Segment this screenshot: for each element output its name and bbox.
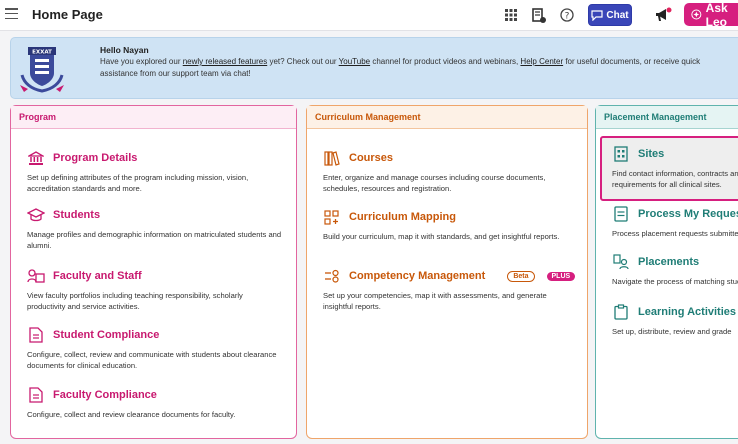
learning-activities-item[interactable]: Learning Activities Set up, distribute, …	[596, 304, 738, 337]
compliance-document-icon	[27, 387, 45, 403]
program-card-heading: Program	[11, 106, 296, 129]
courses-item[interactable]: Courses Enter, organize and manage cours…	[307, 150, 587, 194]
faculty-compliance-item[interactable]: Faculty Compliance Configure, collect an…	[11, 387, 296, 420]
chat-icon	[591, 9, 603, 21]
youtube-link[interactable]: YouTube	[339, 57, 370, 66]
requests-icon	[612, 206, 630, 222]
curriculum-card-heading: Curriculum Management	[307, 106, 587, 129]
placement-card: Placement Management Sites Find contact …	[595, 105, 738, 439]
sparkle-icon	[691, 9, 702, 20]
plus-badge: PLUS	[546, 271, 576, 281]
greeting: Hello Nayan	[100, 45, 149, 55]
banner-message: Have you explored our newly released fea…	[100, 57, 701, 78]
ask-leo-button[interactable]: Ask Leo	[684, 0, 738, 29]
sites-icon	[612, 146, 630, 162]
document-icon[interactable]	[530, 6, 548, 24]
clipboard-icon	[612, 304, 630, 320]
program-card: Program Program Details Set up defining …	[10, 105, 297, 439]
program-details-item[interactable]: Program Details Set up defining attribut…	[11, 150, 296, 194]
apps-grid-icon[interactable]	[502, 6, 520, 24]
curriculum-mapping-item[interactable]: Curriculum Mapping Build your curriculum…	[307, 209, 587, 242]
student-compliance-item[interactable]: Student Compliance Configure, collect, r…	[11, 327, 296, 371]
help-center-link[interactable]: Help Center	[520, 57, 563, 66]
svg-text:?: ?	[565, 11, 570, 21]
graduation-cap-icon	[27, 207, 45, 223]
placement-card-heading: Placement Management	[596, 106, 738, 129]
curriculum-card: Curriculum Management Courses Enter, org…	[306, 105, 588, 439]
megaphone-icon[interactable]	[654, 6, 672, 24]
beta-badge: Beta	[507, 270, 535, 282]
compliance-document-icon	[27, 327, 45, 343]
top-bar: Home Page ? Chat Ask Leo	[0, 0, 738, 31]
books-icon	[323, 150, 341, 166]
exxat-logo: EXXAT	[14, 41, 70, 97]
competency-icon	[323, 268, 341, 284]
chat-button[interactable]: Chat	[588, 4, 632, 26]
new-features-link[interactable]: newly released features	[183, 57, 268, 66]
mapping-icon	[323, 209, 341, 225]
process-my-requests-item[interactable]: Process My Requests Process placement re…	[596, 206, 738, 239]
placements-item[interactable]: Placements Navigate the process of match…	[596, 254, 738, 287]
sites-item[interactable]: Sites Find contact information, contract…	[596, 146, 738, 190]
ask-leo-label: Ask Leo	[705, 0, 728, 29]
menu-icon[interactable]	[5, 8, 18, 19]
institution-icon	[27, 150, 45, 166]
students-item[interactable]: Students Manage profiles and demographic…	[11, 207, 296, 251]
faculty-icon	[27, 268, 45, 284]
faculty-and-staff-item[interactable]: Faculty and Staff View faculty portfolio…	[11, 268, 296, 312]
page-title: Home Page	[32, 7, 103, 22]
competency-management-item[interactable]: Competency Management Beta PLUS Set up y…	[307, 268, 587, 312]
placements-icon	[612, 254, 630, 270]
svg-text:EXXAT: EXXAT	[32, 50, 52, 56]
help-icon[interactable]: ?	[558, 6, 576, 24]
chat-label: Chat	[606, 9, 629, 21]
